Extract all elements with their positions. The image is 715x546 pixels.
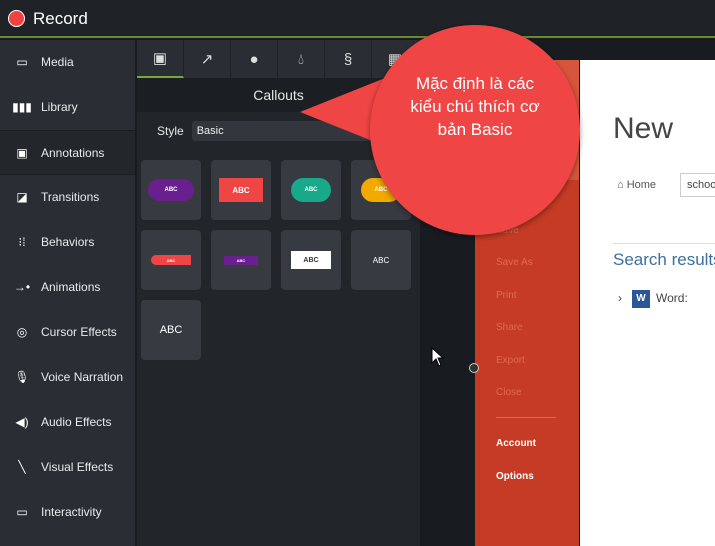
callout-bubble-text: Mặc định là các kiểu chú thích cơ bản Ba… [410,74,540,139]
mouse-cursor-icon [431,347,445,367]
callout-pointer [300,72,420,160]
resize-handle[interactable] [469,363,479,373]
